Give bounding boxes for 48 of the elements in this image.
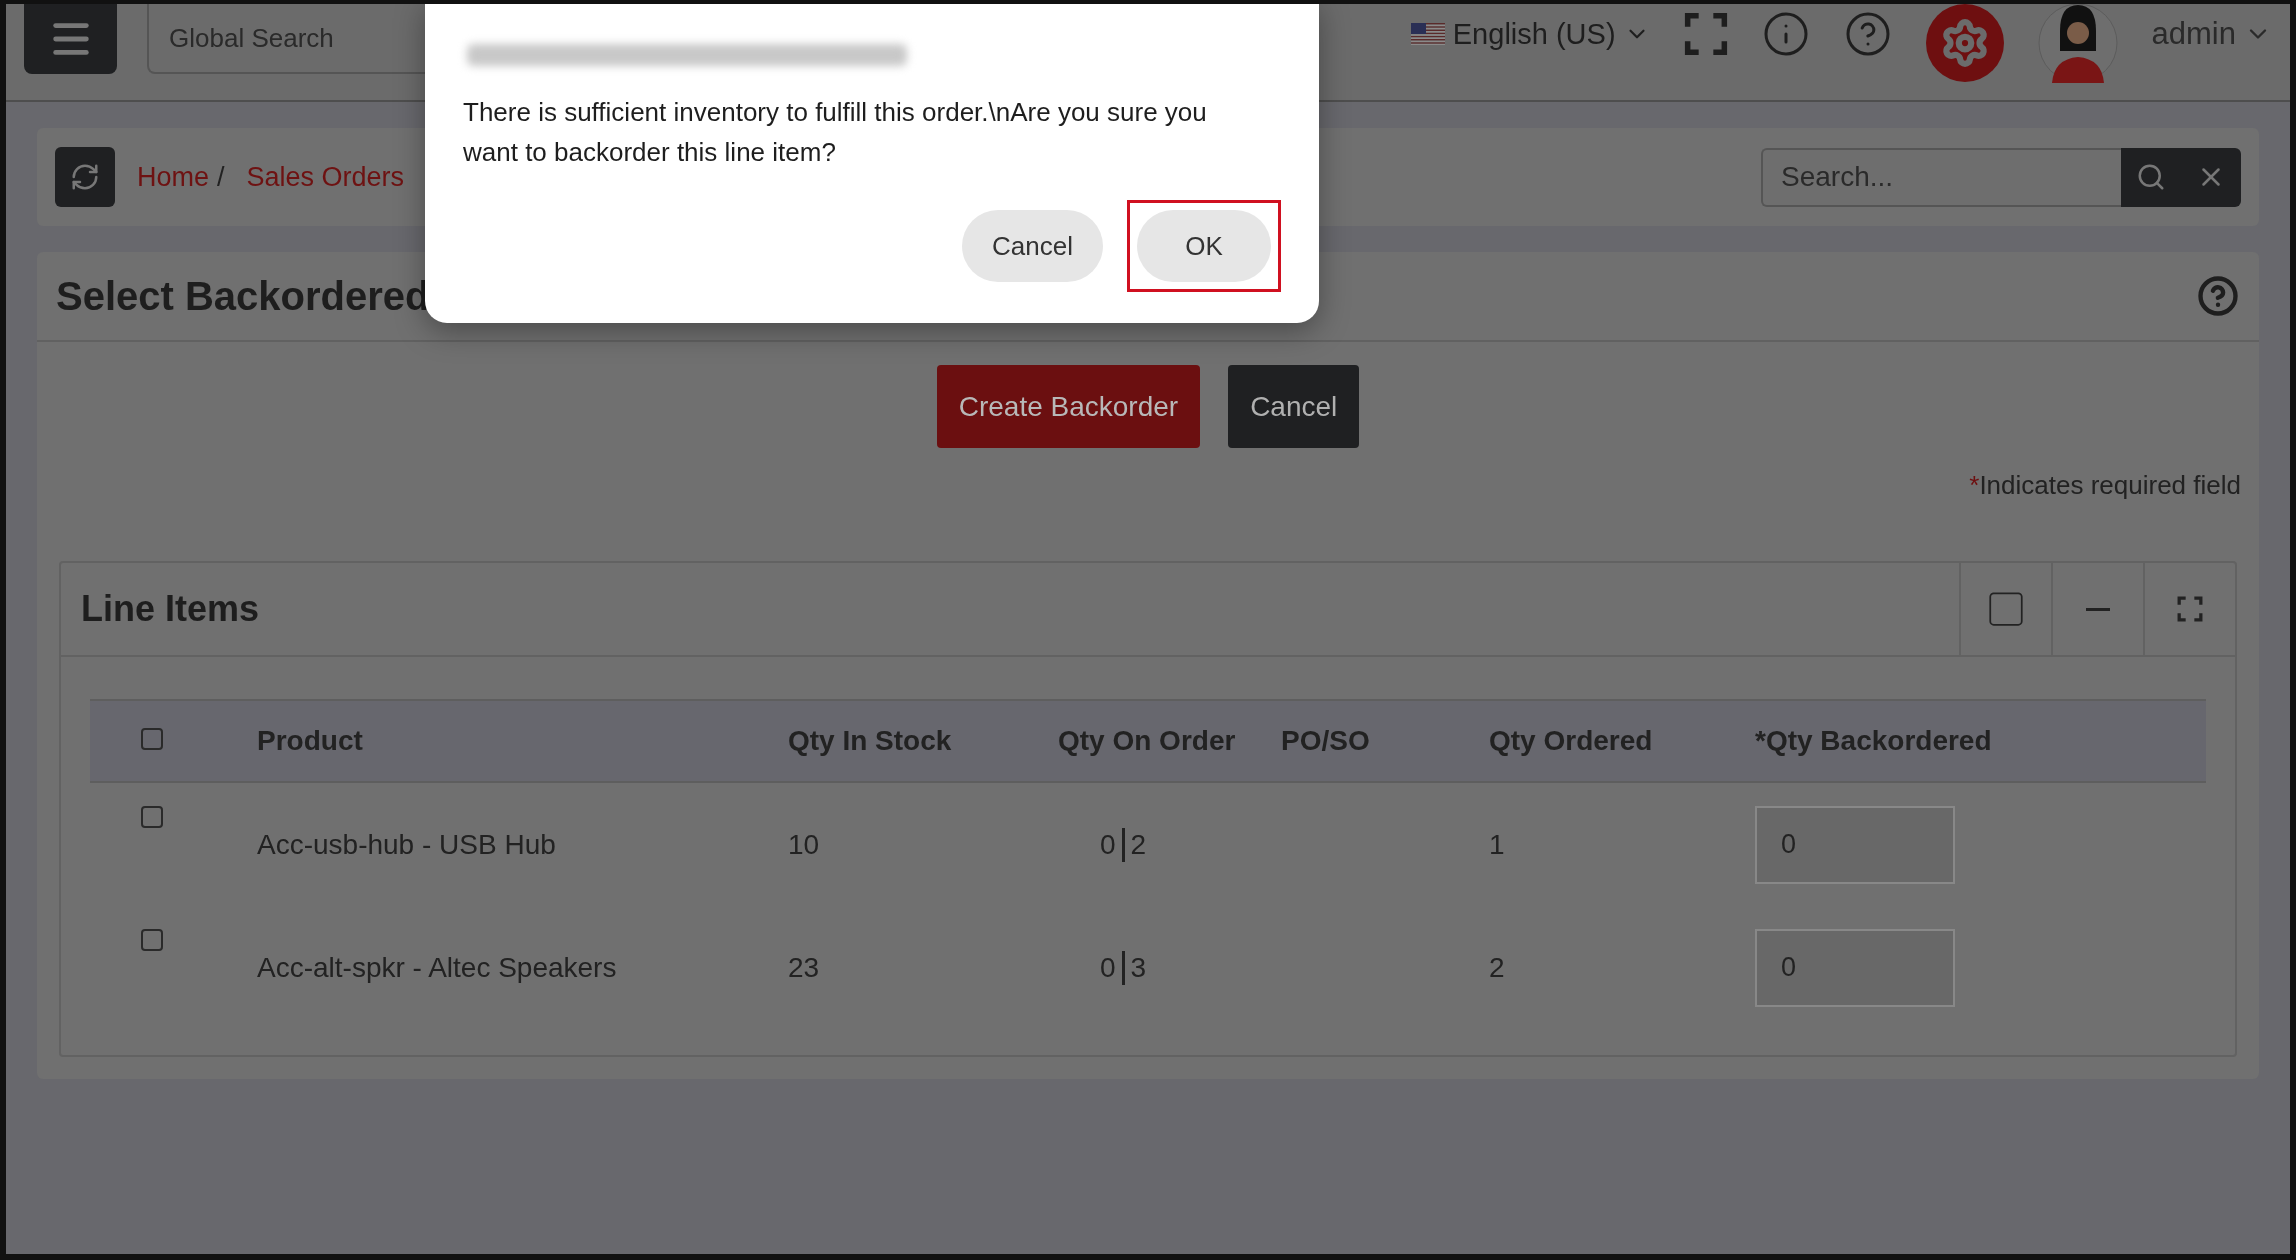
help-icon: [2197, 275, 2239, 317]
table-cell-text: 23: [787, 950, 821, 985]
table-cell-text: 2: [1488, 950, 1506, 985]
column-header: Qty In Stock: [787, 700, 1057, 782]
table-cell-text: Acc-alt-spkr - Altec Speakers: [256, 950, 618, 985]
table-cell: 10: [787, 782, 1057, 906]
flag-icon: [1410, 23, 1445, 45]
select-all-checkbox[interactable]: [141, 728, 163, 750]
dialog-button[interactable]: OK: [1137, 210, 1271, 282]
language-selector[interactable]: English (US): [1410, 17, 1650, 51]
breadcrumb-link[interactable]: Home: [137, 161, 210, 193]
fullscreen-icon: [1683, 12, 1728, 56]
create-button[interactable]: Create Backorder: [936, 365, 1201, 448]
help-button[interactable]: [2197, 275, 2239, 317]
table-cell: Acc-usb-hub - USB Hub: [256, 782, 787, 906]
table-cell: 1: [1488, 782, 1754, 906]
dialog-message: There is sufficient inventory to fulfill this order.\nAre you sure you want to backorder this line item?: [463, 96, 1208, 169]
qty-input-field[interactable]: 0: [1755, 805, 1955, 884]
row-checkbox[interactable]: [141, 806, 163, 828]
qty-input-field[interactable]: 0: [1755, 928, 1955, 1007]
panel-title: Line Items: [81, 588, 261, 630]
refresh-icon: [70, 162, 100, 192]
fullscreen-button[interactable]: [1683, 12, 1728, 56]
qty-value: 2: [1130, 828, 1147, 861]
dialog-button[interactable]: Cancel: [962, 210, 1103, 282]
minus-icon: [2086, 607, 2110, 611]
column-header: *Qty Backordered: [1754, 700, 2206, 782]
search-field[interactable]: Search...: [1761, 147, 2121, 207]
breadcrumb-separator: /: [217, 161, 225, 193]
search-icon: [2136, 162, 2166, 192]
search-button[interactable]: [2121, 147, 2181, 207]
refresh-button[interactable]: [55, 147, 115, 207]
user-menu[interactable]: admin: [2151, 16, 2272, 52]
expand-icon: [2177, 596, 2203, 622]
breadcrumb-link[interactable]: Sales Orders: [246, 161, 405, 193]
qty-value: 3: [1130, 951, 1147, 984]
required-note: *Indicates required field: [1968, 470, 2242, 501]
column-header: Product: [256, 700, 787, 782]
qty-value: 0: [1100, 951, 1116, 984]
avatar-button[interactable]: [2037, 4, 2118, 83]
clear-button[interactable]: [2181, 147, 2241, 207]
row-checkbox[interactable]: [141, 929, 163, 951]
menu-button[interactable]: [24, 4, 117, 74]
column-header: Qty Ordered: [1488, 700, 1754, 782]
cancel-button[interactable]: Cancel: [1228, 365, 1360, 448]
qty-value: 0: [1100, 828, 1116, 861]
column-header: Qty On Order: [1057, 700, 1280, 782]
column-header: PO/SO: [1280, 700, 1488, 782]
